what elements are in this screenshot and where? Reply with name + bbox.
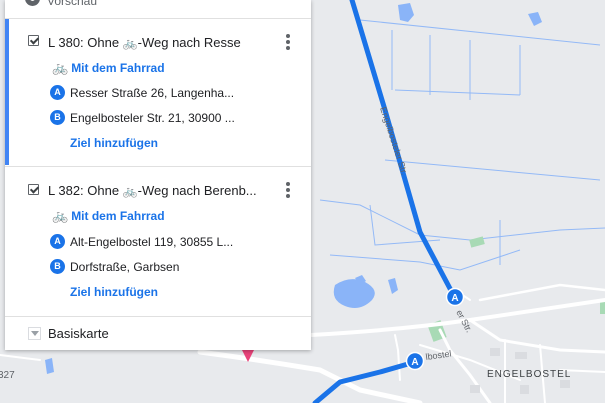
- layer-item-1[interactable]: L 380: Ohne 🚲-Weg nach Resse 🚲 Mit dem Fa…: [5, 19, 311, 166]
- stop-badge-b: B: [50, 259, 65, 275]
- stop-address[interactable]: Resser Straße 26, Langenha...: [70, 86, 234, 100]
- preview-row[interactable]: Vorschau: [5, 0, 311, 18]
- stop-badge-a: A: [50, 234, 65, 250]
- stop-b-2[interactable]: B Dorfstraße, Garbsen: [50, 258, 179, 275]
- add-destination-link-1[interactable]: Ziel hinzufügen: [70, 136, 158, 150]
- svg-text:A: A: [411, 357, 418, 368]
- route-marker-a-2: A: [405, 351, 425, 371]
- bike-icon: 🚲: [52, 208, 69, 223]
- stop-badge-b: B: [50, 110, 65, 126]
- edge-label: 327: [0, 370, 15, 381]
- bike-icon: 🚲: [52, 60, 69, 75]
- layer-title-2[interactable]: L 382: Ohne 🚲-Weg nach Berenb...: [48, 183, 257, 198]
- preview-label: Vorschau: [47, 0, 98, 8]
- chevron-down-icon[interactable]: [28, 327, 41, 340]
- stop-address[interactable]: Dorfstraße, Garbsen: [70, 260, 179, 274]
- place-label: ENGELBOSTEL: [487, 369, 571, 380]
- basemap-row[interactable]: Basiskarte: [5, 317, 311, 350]
- add-destination-link-2[interactable]: Ziel hinzufügen: [70, 285, 158, 299]
- stop-badge-a: A: [50, 85, 65, 101]
- stop-address[interactable]: Engelbosteler Str. 21, 30900 ...: [70, 111, 235, 125]
- eye-icon[interactable]: [25, 0, 40, 6]
- travel-mode-1[interactable]: 🚲 Mit dem Fahrrad: [52, 60, 165, 76]
- active-layer-indicator: [5, 19, 9, 165]
- travel-mode-2[interactable]: 🚲 Mit dem Fahrrad: [52, 208, 165, 224]
- more-options-icon[interactable]: [285, 182, 291, 200]
- stop-a-1[interactable]: A Resser Straße 26, Langenha...: [50, 84, 234, 101]
- layer-item-2[interactable]: L 382: Ohne 🚲-Weg nach Berenb... 🚲 Mit de…: [5, 167, 311, 316]
- svg-text:A: A: [451, 293, 458, 304]
- bike-icon: 🚲: [122, 36, 138, 50]
- more-options-icon[interactable]: [285, 34, 291, 52]
- stop-address[interactable]: Alt-Engelbostel 119, 30855 L...: [70, 235, 233, 249]
- stop-a-2[interactable]: A Alt-Engelbostel 119, 30855 L...: [50, 233, 233, 250]
- route-marker-a-1: A: [445, 287, 465, 307]
- layer-checkbox-2[interactable]: [28, 184, 39, 195]
- layer-checkbox-1[interactable]: [28, 35, 39, 46]
- bike-icon: 🚲: [122, 184, 138, 198]
- stop-b-1[interactable]: B Engelbosteler Str. 21, 30900 ...: [50, 109, 235, 126]
- layers-panel: Vorschau L 380: Ohne 🚲-Weg nach Resse 🚲 M…: [5, 0, 311, 350]
- layer-title-1[interactable]: L 380: Ohne 🚲-Weg nach Resse: [48, 35, 241, 50]
- basemap-label: Basiskarte: [48, 326, 109, 341]
